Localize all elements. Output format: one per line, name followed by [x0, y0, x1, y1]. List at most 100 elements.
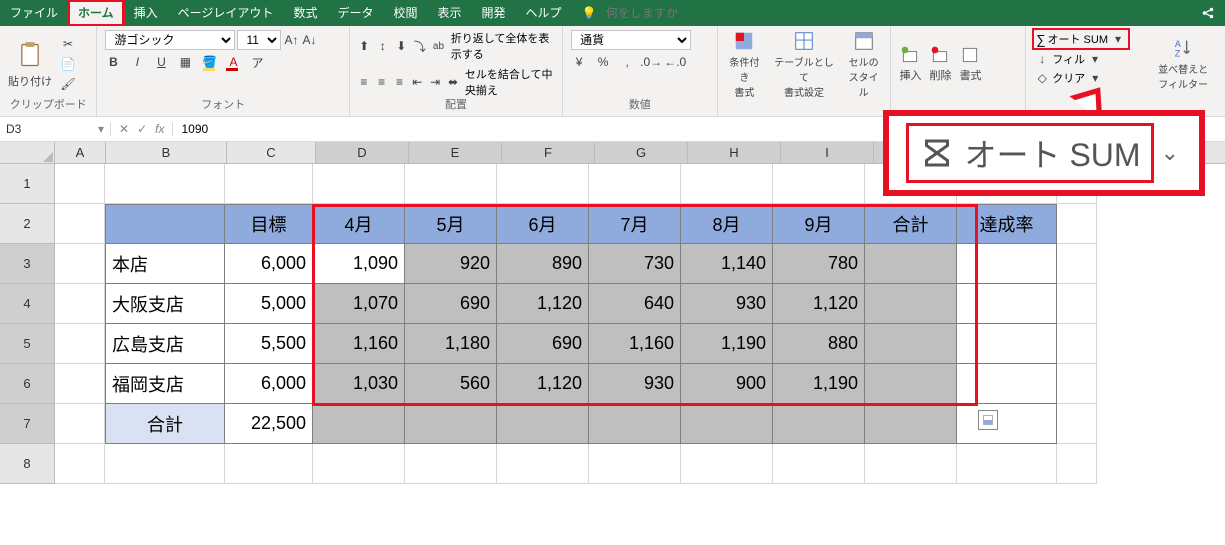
increase-font-button[interactable]: A↑ — [283, 32, 299, 48]
cell-data[interactable]: 1,120 — [497, 284, 589, 324]
cell-data[interactable]: 1,160 — [313, 324, 405, 364]
fill-color-button[interactable]: 🪣 — [201, 54, 217, 70]
font-name-select[interactable]: 游ゴシック — [105, 30, 235, 50]
align-middle-button[interactable]: ↕ — [376, 38, 389, 54]
cell-H1[interactable] — [681, 164, 773, 204]
align-right-button[interactable]: ≡ — [394, 74, 406, 90]
hdr-month[interactable]: 4月 — [313, 204, 405, 244]
cell-D8[interactable] — [313, 444, 405, 484]
row-header-8[interactable]: 8 — [0, 444, 55, 484]
italic-button[interactable]: I — [129, 54, 145, 70]
cell-data[interactable]: 1,190 — [681, 324, 773, 364]
hdr-month[interactable]: 7月 — [589, 204, 681, 244]
tab-data[interactable]: データ — [327, 0, 383, 26]
cell-M8[interactable] — [1057, 444, 1097, 484]
row-header-3[interactable]: 3 — [0, 244, 55, 284]
cell-data[interactable]: 1,180 — [405, 324, 497, 364]
align-center-button[interactable]: ≡ — [376, 74, 388, 90]
cell-K8[interactable] — [957, 444, 1057, 484]
cell-A7[interactable] — [55, 404, 105, 444]
col-header-B[interactable]: B — [106, 142, 227, 163]
cell-data[interactable]: 690 — [405, 284, 497, 324]
cell-rate[interactable] — [957, 364, 1057, 404]
cell-H8[interactable] — [681, 444, 773, 484]
row-header-7[interactable]: 7 — [0, 404, 55, 444]
tab-file[interactable]: ファイル — [0, 0, 68, 26]
cell-B2[interactable] — [105, 204, 225, 244]
decrease-font-button[interactable]: A↓ — [301, 32, 317, 48]
cell-I1[interactable] — [773, 164, 865, 204]
row-header-1[interactable]: 1 — [0, 164, 55, 204]
font-size-select[interactable]: 11 — [237, 30, 281, 50]
worksheet-grid[interactable]: ABCDEFGHIJKM 12目標4月5月6月7月8月9月合計達成率3本店6,0… — [0, 142, 1225, 545]
cell-data[interactable]: 1,190 — [773, 364, 865, 404]
autosum-button[interactable]: ∑ オート SUM ▾ — [1034, 30, 1128, 48]
cell-data[interactable]: 690 — [497, 324, 589, 364]
comma-button[interactable]: , — [619, 54, 635, 70]
cell-A3[interactable] — [55, 244, 105, 284]
formula-input[interactable]: 1090 — [173, 122, 216, 136]
tab-view[interactable]: 表示 — [427, 0, 471, 26]
select-all-corner[interactable] — [0, 142, 55, 163]
cell-total-month[interactable] — [313, 404, 405, 444]
cell-total-rate[interactable] — [957, 404, 1057, 444]
cell-total[interactable] — [865, 244, 957, 284]
share-button[interactable] — [1191, 6, 1225, 20]
cell-grand-total[interactable] — [865, 404, 957, 444]
col-header-F[interactable]: F — [502, 142, 595, 163]
merge-cells-button[interactable]: ⬌ — [447, 74, 459, 90]
row-header-5[interactable]: 5 — [0, 324, 55, 364]
cell-M4[interactable] — [1057, 284, 1097, 324]
cell-data[interactable]: 560 — [405, 364, 497, 404]
cell-goal[interactable]: 6,000 — [225, 364, 313, 404]
cell-B8[interactable] — [105, 444, 225, 484]
cell-data[interactable]: 780 — [773, 244, 865, 284]
cell-data[interactable]: 640 — [589, 284, 681, 324]
sort-filter-button[interactable]: AZ 並べ替えと フィルター — [1158, 37, 1208, 91]
hdr-month[interactable]: 9月 — [773, 204, 865, 244]
cell-M5[interactable] — [1057, 324, 1097, 364]
percent-button[interactable]: % — [595, 54, 611, 70]
increase-indent-button[interactable]: ⇥ — [429, 74, 441, 90]
cell-data[interactable]: 900 — [681, 364, 773, 404]
cell-total-month[interactable] — [773, 404, 865, 444]
decrease-decimal-button[interactable]: ←.0 — [667, 54, 683, 70]
hdr-rate[interactable]: 達成率 — [957, 204, 1057, 244]
cell-F8[interactable] — [497, 444, 589, 484]
cell-G1[interactable] — [589, 164, 681, 204]
align-bottom-button[interactable]: ⬇ — [395, 38, 408, 54]
cell-E8[interactable] — [405, 444, 497, 484]
hdr-month[interactable]: 8月 — [681, 204, 773, 244]
format-cells-button[interactable]: 書式 — [959, 45, 981, 83]
format-as-table-button[interactable]: テーブルとして 書式設定 — [771, 30, 836, 99]
cell-C1[interactable] — [225, 164, 313, 204]
cell-rate[interactable] — [957, 244, 1057, 284]
col-header-A[interactable]: A — [55, 142, 106, 163]
tab-help[interactable]: ヘルプ — [516, 0, 572, 26]
font-color-button[interactable]: A — [225, 54, 241, 70]
cell-data[interactable]: 920 — [405, 244, 497, 284]
row-name[interactable]: 本店 — [105, 244, 225, 284]
cell-A1[interactable] — [55, 164, 105, 204]
tab-insert[interactable]: 挿入 — [124, 0, 168, 26]
cell-M2[interactable] — [1057, 204, 1097, 244]
fill-button[interactable]: ↓ フィル ▾ — [1034, 51, 1103, 67]
cell-D1[interactable] — [313, 164, 405, 204]
cell-data[interactable]: 930 — [681, 284, 773, 324]
cell-data[interactable]: 730 — [589, 244, 681, 284]
cell-M7[interactable] — [1057, 404, 1097, 444]
cell-data[interactable]: 1,070 — [313, 284, 405, 324]
cell-data[interactable]: 1,140 — [681, 244, 773, 284]
tell-me[interactable]: 💡 — [572, 0, 773, 26]
autofill-options-button[interactable] — [978, 410, 998, 430]
cell-A4[interactable] — [55, 284, 105, 324]
tab-review[interactable]: 校閲 — [383, 0, 427, 26]
col-header-C[interactable]: C — [227, 142, 316, 163]
row-header-2[interactable]: 2 — [0, 204, 55, 244]
currency-button[interactable]: ¥ — [571, 54, 587, 70]
cell-rate[interactable] — [957, 284, 1057, 324]
cell-styles-button[interactable]: セルの スタイル — [845, 30, 883, 99]
underline-button[interactable]: U — [153, 54, 169, 70]
bold-button[interactable]: B — [105, 54, 121, 70]
cell-total[interactable] — [865, 284, 957, 324]
